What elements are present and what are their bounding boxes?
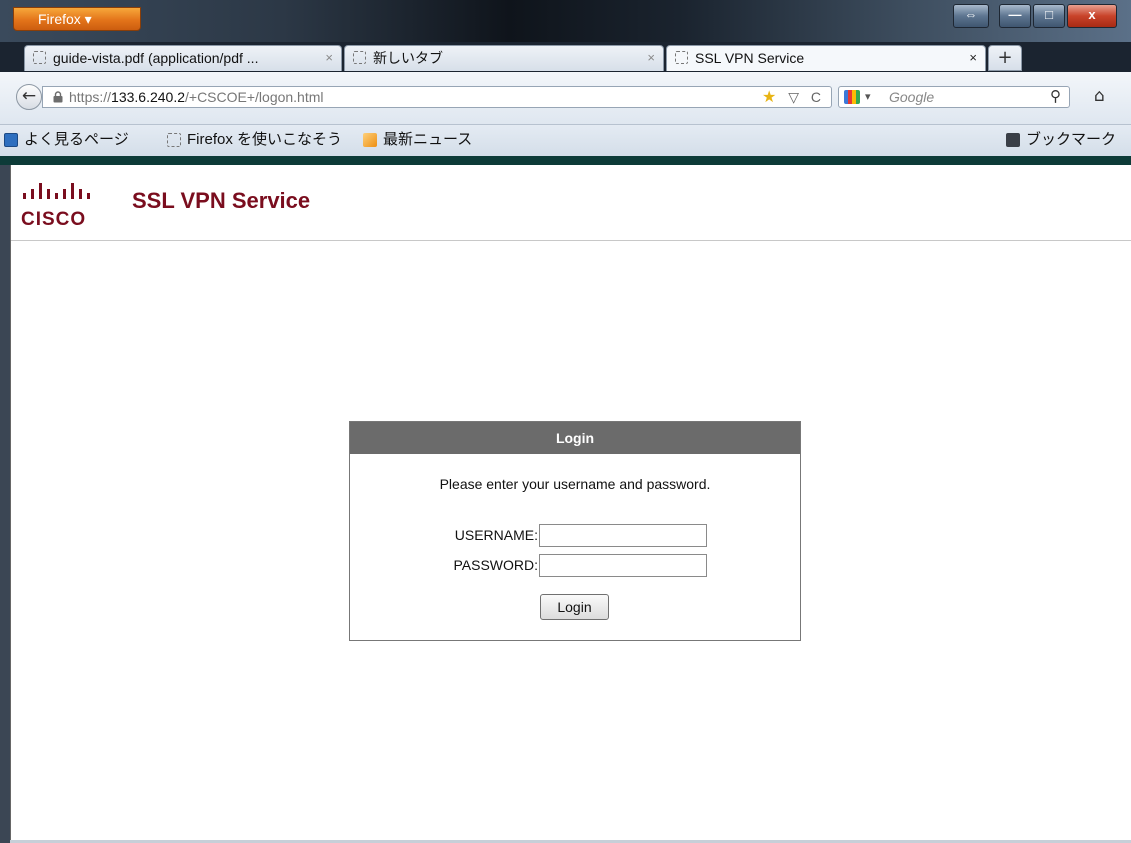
- tab-close-icon[interactable]: ×: [969, 46, 977, 70]
- url-scheme: https://: [69, 89, 112, 105]
- login-instructions: Please enter your username and password.: [439, 476, 711, 492]
- web-page: CISCO SSL VPN Service Login Please enter…: [10, 165, 1131, 840]
- home-icon[interactable]: ⌂: [1094, 86, 1105, 106]
- bookmarks-toolbar: よく見るページ Firefox を使いこなそう 最新ニュース ブックマーク: [0, 125, 1131, 156]
- username-row: USERNAME:: [350, 524, 800, 548]
- tab-ssl-vpn-service[interactable]: SSL VPN Service ×: [666, 45, 986, 71]
- resize-icon[interactable]: ⇔: [953, 4, 989, 28]
- google-icon[interactable]: [844, 90, 860, 104]
- search-input[interactable]: ▾ Google ⚲: [838, 86, 1070, 108]
- password-label: PASSWORD:: [453, 557, 538, 573]
- tab-label: SSL VPN Service: [695, 50, 805, 66]
- login-heading: Login: [350, 422, 800, 454]
- address-bar[interactable]: https://133.6.240.2/+CSCOE+/logon.html ★…: [42, 86, 832, 108]
- blank-page-icon: [353, 51, 366, 64]
- tab-label: guide-vista.pdf (application/pdf ...: [53, 50, 259, 66]
- url-bar-actions: ★ ▽ C: [762, 87, 825, 108]
- url-host: 133.6.240.2: [111, 89, 185, 105]
- login-button[interactable]: Login: [540, 594, 609, 620]
- close-window-button[interactable]: x: [1067, 4, 1117, 28]
- page-top-strip: [0, 156, 1131, 165]
- bookmark-star-icon[interactable]: ★: [762, 89, 780, 106]
- blank-page-icon: [167, 133, 181, 147]
- back-arrow-icon[interactable]: ←: [16, 84, 42, 110]
- window-controls: ⇔ — □ x: [953, 4, 1117, 28]
- tab-guide-vista[interactable]: guide-vista.pdf (application/pdf ... ×: [24, 45, 342, 71]
- tab-close-icon[interactable]: ×: [647, 46, 655, 70]
- password-field[interactable]: [539, 554, 707, 577]
- tab-label: 新しいタブ: [373, 50, 443, 66]
- page-header: CISCO SSL VPN Service: [11, 165, 1131, 241]
- search-icon[interactable]: ⚲: [1050, 87, 1061, 107]
- chevron-down-icon[interactable]: ▾: [865, 87, 871, 107]
- blank-page-icon: [33, 51, 46, 64]
- lock-icon: [53, 91, 63, 103]
- password-row: PASSWORD:: [350, 554, 800, 578]
- bookmark-label: 最新ニュース: [383, 131, 473, 148]
- rss-feed-icon: [363, 133, 377, 147]
- username-label: USERNAME:: [454, 527, 538, 543]
- bookmark-latest-news[interactable]: 最新ニュース: [363, 130, 472, 150]
- reload-icon[interactable]: C: [811, 89, 825, 105]
- blank-page-icon: [675, 51, 688, 64]
- login-panel: Login Please enter your username and pas…: [349, 421, 801, 641]
- page-title: SSL VPN Service: [132, 188, 311, 213]
- tab-strip: guide-vista.pdf (application/pdf ... × 新…: [0, 42, 1131, 72]
- bookmark-label: ブックマーク: [1026, 131, 1117, 148]
- url-path: /+CSCOE+/logon.html: [185, 89, 324, 105]
- tab-new-tab[interactable]: 新しいタブ ×: [344, 45, 664, 71]
- bookmarks-icon: [1006, 133, 1020, 147]
- navigation-toolbar: ← https://133.6.240.2/+CSCOE+/logon.html…: [0, 72, 1131, 125]
- url-dropdown-icon[interactable]: ▽: [788, 89, 803, 105]
- username-field[interactable]: [539, 524, 707, 547]
- search-placeholder: Google: [889, 89, 935, 105]
- minimize-button[interactable]: —: [999, 4, 1031, 28]
- desktop-edge: [0, 165, 10, 843]
- cisco-logo: CISCO: [21, 209, 87, 230]
- tab-close-icon[interactable]: ×: [325, 46, 333, 70]
- new-tab-button[interactable]: +: [988, 45, 1022, 71]
- bookmarks-menu-button[interactable]: ブックマーク: [1006, 130, 1116, 150]
- bookmark-most-visited[interactable]: よく見るページ: [4, 130, 129, 150]
- window-titlebar: Firefox ▾ ⇔ — □ x: [0, 0, 1131, 42]
- cisco-logo-bars-icon: [23, 183, 90, 199]
- bookmark-label: よく見るページ: [24, 131, 129, 148]
- bookmark-firefox-tips[interactable]: Firefox を使いこなそう: [167, 130, 342, 150]
- maximize-button[interactable]: □: [1033, 4, 1065, 28]
- firefox-menu-button[interactable]: Firefox ▾: [13, 7, 141, 31]
- most-visited-icon: [4, 133, 18, 147]
- bookmark-label: Firefox を使いこなそう: [187, 131, 343, 148]
